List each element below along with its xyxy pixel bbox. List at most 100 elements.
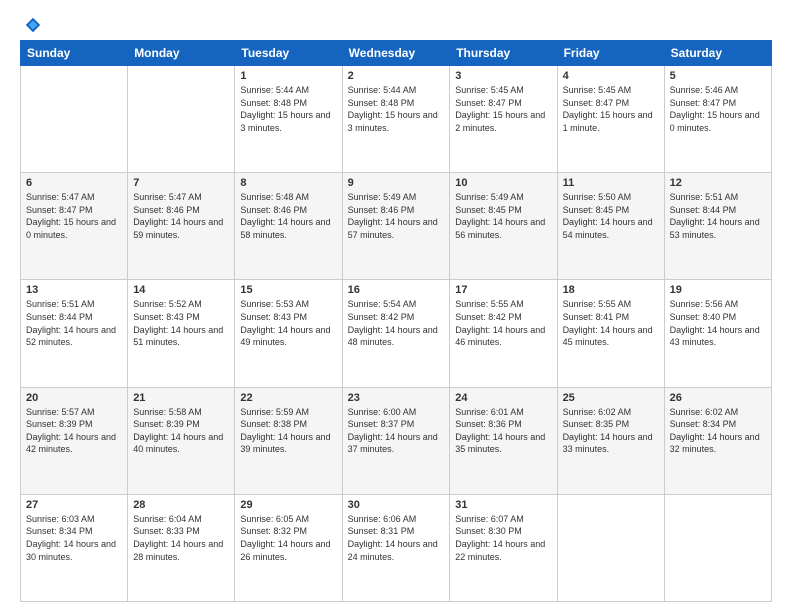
calendar-cell: 6 Sunrise: 5:47 AM Sunset: 8:47 PM Daylig… (21, 173, 128, 280)
calendar-cell (21, 66, 128, 173)
day-info: Sunrise: 5:58 AM Sunset: 8:39 PM Dayligh… (133, 406, 229, 456)
day-info: Sunrise: 5:56 AM Sunset: 8:40 PM Dayligh… (670, 298, 766, 348)
day-info: Sunrise: 5:57 AM Sunset: 8:39 PM Dayligh… (26, 406, 122, 456)
calendar-cell: 21 Sunrise: 5:58 AM Sunset: 8:39 PM Dayli… (128, 387, 235, 494)
day-number: 19 (670, 284, 766, 296)
day-info: Sunrise: 5:46 AM Sunset: 8:47 PM Dayligh… (670, 84, 766, 134)
day-info: Sunrise: 5:47 AM Sunset: 8:47 PM Dayligh… (26, 191, 122, 241)
day-number: 31 (455, 499, 551, 511)
calendar-header-saturday: Saturday (664, 41, 771, 66)
day-number: 28 (133, 499, 229, 511)
day-info: Sunrise: 5:59 AM Sunset: 8:38 PM Dayligh… (240, 406, 336, 456)
calendar-cell: 13Sunrise: 5:51 AM Sunset: 8:44 PM Dayli… (21, 280, 128, 387)
day-info: Sunrise: 6:05 AM Sunset: 8:32 PM Dayligh… (240, 513, 336, 563)
day-info: Sunrise: 5:55 AM Sunset: 8:41 PM Dayligh… (563, 298, 659, 348)
calendar-header-row: SundayMondayTuesdayWednesdayThursdayFrid… (21, 41, 772, 66)
logo (20, 16, 42, 30)
day-number: 8 (240, 177, 336, 189)
day-info: Sunrise: 5:50 AM Sunset: 8:45 PM Dayligh… (563, 191, 659, 241)
calendar-header-monday: Monday (128, 41, 235, 66)
day-number: 2 (348, 70, 445, 82)
calendar-cell: 3 Sunrise: 5:45 AM Sunset: 8:47 PM Daylig… (450, 66, 557, 173)
calendar-cell (128, 66, 235, 173)
calendar-week-4: 27 Sunrise: 6:03 AM Sunset: 8:34 PM Dayli… (21, 494, 772, 601)
calendar-week-3: 20 Sunrise: 5:57 AM Sunset: 8:39 PM Dayli… (21, 387, 772, 494)
day-info: Sunrise: 6:04 AM Sunset: 8:33 PM Dayligh… (133, 513, 229, 563)
calendar-header-wednesday: Wednesday (342, 41, 450, 66)
logo-icon (24, 16, 42, 34)
calendar-cell: 8 Sunrise: 5:48 AM Sunset: 8:46 PM Daylig… (235, 173, 342, 280)
day-info: Sunrise: 6:02 AM Sunset: 8:35 PM Dayligh… (563, 406, 659, 456)
day-number: 13 (26, 284, 122, 296)
calendar-cell: 16Sunrise: 5:54 AM Sunset: 8:42 PM Dayli… (342, 280, 450, 387)
calendar-cell: 23 Sunrise: 6:00 AM Sunset: 8:37 PM Dayli… (342, 387, 450, 494)
calendar-cell: 28 Sunrise: 6:04 AM Sunset: 8:33 PM Dayli… (128, 494, 235, 601)
calendar: SundayMondayTuesdayWednesdayThursdayFrid… (20, 40, 772, 602)
calendar-cell: 20 Sunrise: 5:57 AM Sunset: 8:39 PM Dayli… (21, 387, 128, 494)
day-number: 21 (133, 392, 229, 404)
calendar-cell: 9 Sunrise: 5:49 AM Sunset: 8:46 PM Daylig… (342, 173, 450, 280)
day-number: 11 (563, 177, 659, 189)
calendar-week-2: 13Sunrise: 5:51 AM Sunset: 8:44 PM Dayli… (21, 280, 772, 387)
day-number: 20 (26, 392, 122, 404)
day-number: 16 (348, 284, 445, 296)
day-number: 26 (670, 392, 766, 404)
calendar-cell: 1 Sunrise: 5:44 AM Sunset: 8:48 PM Daylig… (235, 66, 342, 173)
day-info: Sunrise: 5:53 AM Sunset: 8:43 PM Dayligh… (240, 298, 336, 348)
day-number: 12 (670, 177, 766, 189)
day-number: 6 (26, 177, 122, 189)
day-number: 9 (348, 177, 445, 189)
day-number: 25 (563, 392, 659, 404)
calendar-cell: 25 Sunrise: 6:02 AM Sunset: 8:35 PM Dayli… (557, 387, 664, 494)
day-info: Sunrise: 5:45 AM Sunset: 8:47 PM Dayligh… (563, 84, 659, 134)
day-number: 22 (240, 392, 336, 404)
calendar-cell: 17 Sunrise: 5:55 AM Sunset: 8:42 PM Dayli… (450, 280, 557, 387)
day-number: 10 (455, 177, 551, 189)
calendar-cell: 11 Sunrise: 5:50 AM Sunset: 8:45 PM Dayli… (557, 173, 664, 280)
day-number: 4 (563, 70, 659, 82)
calendar-cell: 26Sunrise: 6:02 AM Sunset: 8:34 PM Dayli… (664, 387, 771, 494)
day-number: 17 (455, 284, 551, 296)
day-number: 27 (26, 499, 122, 511)
calendar-cell: 10 Sunrise: 5:49 AM Sunset: 8:45 PM Dayli… (450, 173, 557, 280)
day-info: Sunrise: 5:51 AM Sunset: 8:44 PM Dayligh… (670, 191, 766, 241)
day-info: Sunrise: 5:48 AM Sunset: 8:46 PM Dayligh… (240, 191, 336, 241)
day-number: 15 (240, 284, 336, 296)
day-info: Sunrise: 5:44 AM Sunset: 8:48 PM Dayligh… (240, 84, 336, 134)
day-info: Sunrise: 6:06 AM Sunset: 8:31 PM Dayligh… (348, 513, 445, 563)
header (20, 16, 772, 30)
day-number: 7 (133, 177, 229, 189)
day-number: 30 (348, 499, 445, 511)
calendar-cell: 30 Sunrise: 6:06 AM Sunset: 8:31 PM Dayli… (342, 494, 450, 601)
calendar-cell: 31 Sunrise: 6:07 AM Sunset: 8:30 PM Dayli… (450, 494, 557, 601)
calendar-header-tuesday: Tuesday (235, 41, 342, 66)
calendar-cell (557, 494, 664, 601)
calendar-cell: 19 Sunrise: 5:56 AM Sunset: 8:40 PM Dayli… (664, 280, 771, 387)
calendar-cell: 22 Sunrise: 5:59 AM Sunset: 8:38 PM Dayli… (235, 387, 342, 494)
day-number: 29 (240, 499, 336, 511)
calendar-cell: 24Sunrise: 6:01 AM Sunset: 8:36 PM Dayli… (450, 387, 557, 494)
calendar-cell: 15 Sunrise: 5:53 AM Sunset: 8:43 PM Dayli… (235, 280, 342, 387)
day-number: 5 (670, 70, 766, 82)
day-number: 24 (455, 392, 551, 404)
day-number: 1 (240, 70, 336, 82)
day-number: 23 (348, 392, 445, 404)
day-info: Sunrise: 6:07 AM Sunset: 8:30 PM Dayligh… (455, 513, 551, 563)
page: SundayMondayTuesdayWednesdayThursdayFrid… (0, 0, 792, 612)
calendar-cell: 29 Sunrise: 6:05 AM Sunset: 8:32 PM Dayli… (235, 494, 342, 601)
calendar-cell: 7 Sunrise: 5:47 AM Sunset: 8:46 PM Daylig… (128, 173, 235, 280)
day-info: Sunrise: 5:55 AM Sunset: 8:42 PM Dayligh… (455, 298, 551, 348)
calendar-cell: 12 Sunrise: 5:51 AM Sunset: 8:44 PM Dayli… (664, 173, 771, 280)
day-info: Sunrise: 5:47 AM Sunset: 8:46 PM Dayligh… (133, 191, 229, 241)
calendar-cell (664, 494, 771, 601)
calendar-week-1: 6 Sunrise: 5:47 AM Sunset: 8:47 PM Daylig… (21, 173, 772, 280)
day-info: Sunrise: 5:45 AM Sunset: 8:47 PM Dayligh… (455, 84, 551, 134)
day-info: Sunrise: 6:00 AM Sunset: 8:37 PM Dayligh… (348, 406, 445, 456)
day-info: Sunrise: 5:49 AM Sunset: 8:45 PM Dayligh… (455, 191, 551, 241)
day-number: 18 (563, 284, 659, 296)
day-info: Sunrise: 6:03 AM Sunset: 8:34 PM Dayligh… (26, 513, 122, 563)
calendar-cell: 4 Sunrise: 5:45 AM Sunset: 8:47 PM Daylig… (557, 66, 664, 173)
calendar-cell: 27 Sunrise: 6:03 AM Sunset: 8:34 PM Dayli… (21, 494, 128, 601)
day-number: 3 (455, 70, 551, 82)
day-info: Sunrise: 5:49 AM Sunset: 8:46 PM Dayligh… (348, 191, 445, 241)
